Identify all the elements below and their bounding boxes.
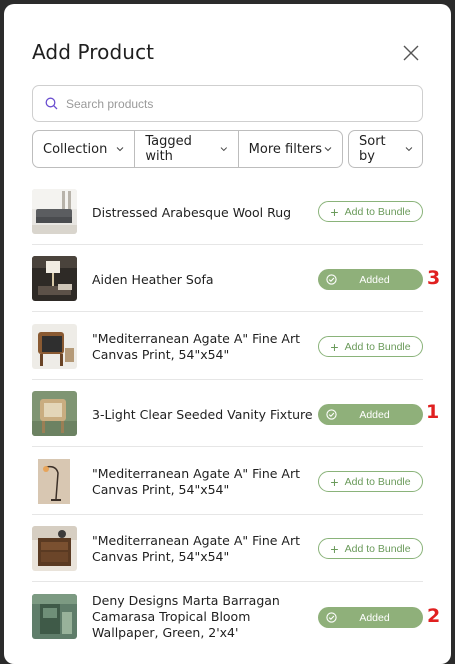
add-to-bundle-button[interactable]: + Add to Bundle <box>318 538 423 559</box>
product-name: Deny Designs Marta Barragan Camarasa Tro… <box>92 593 280 640</box>
added-button[interactable]: Added <box>318 607 423 628</box>
product-name: Distressed Arabesque Wool Rug <box>92 205 292 220</box>
add-to-bundle-label: Add to Bundle <box>344 340 411 353</box>
search-icon <box>45 97 58 110</box>
search-input[interactable] <box>66 96 386 111</box>
product-name: "Mediterranean Agate A" Fine Art Canvas … <box>92 466 301 497</box>
add-to-bundle-label: Add to Bundle <box>344 475 411 488</box>
collection-filter[interactable]: Collection <box>33 131 136 167</box>
tagged-with-filter-label: Tagged with <box>145 134 192 164</box>
add-to-bundle-button[interactable]: + Add to Bundle <box>318 201 423 222</box>
product-row: "Mediterranean Agate A" Fine Art Canvas … <box>32 515 423 582</box>
product-thumbnail <box>32 256 77 301</box>
added-label: Added <box>359 409 390 421</box>
product-row: 3-Light Clear Seeded Vanity Fixture Adde… <box>32 380 439 447</box>
add-to-bundle-label: Add to Bundle <box>344 205 411 218</box>
product-row: "Mediterranean Agate A" Fine Art Canvas … <box>32 313 423 380</box>
product-name: 3-Light Clear Seeded Vanity Fixture <box>92 407 313 422</box>
added-label: Added <box>359 274 390 286</box>
chevron-down-icon <box>116 147 124 152</box>
more-filters-button[interactable]: More filters <box>239 131 342 167</box>
plus-icon: + <box>330 540 339 557</box>
search-bar[interactable] <box>32 85 423 122</box>
annotation-badge: 3 <box>427 267 441 289</box>
tagged-with-filter[interactable]: Tagged with <box>135 131 239 167</box>
added-button[interactable]: Added <box>318 404 423 425</box>
product-thumbnail <box>32 189 77 234</box>
plus-icon: + <box>330 203 339 220</box>
sort-by-label: Sort by <box>359 134 386 164</box>
add-to-bundle-button[interactable]: + Add to Bundle <box>318 471 423 492</box>
chevron-down-icon <box>405 147 413 152</box>
sort-by-dropdown[interactable]: Sort by <box>348 130 423 168</box>
chevron-down-icon <box>220 147 228 152</box>
add-to-bundle-label: Add to Bundle <box>344 542 411 555</box>
product-row: Distressed Arabesque Wool Rug + Add to B… <box>32 178 423 245</box>
dialog-title: Add Product <box>32 40 155 64</box>
filter-group: Collection Tagged with More filters <box>32 130 343 168</box>
annotation-badge: 2 <box>427 605 441 627</box>
collection-filter-label: Collection <box>43 141 108 157</box>
product-row: "Mediterranean Agate A" Fine Art Canvas … <box>32 448 423 515</box>
product-thumbnail <box>32 391 77 436</box>
product-thumbnail <box>32 459 77 504</box>
product-name: Aiden Heather Sofa <box>92 272 214 287</box>
added-button[interactable]: Added <box>318 269 423 290</box>
product-thumbnail <box>32 324 77 369</box>
added-label: Added <box>359 612 390 624</box>
product-name: "Mediterranean Agate A" Fine Art Canvas … <box>92 331 301 362</box>
add-to-bundle-button[interactable]: + Add to Bundle <box>318 336 423 357</box>
annotation-badge: 1 <box>426 401 440 423</box>
plus-icon: + <box>330 473 339 490</box>
plus-icon: + <box>330 338 339 355</box>
product-row: Aiden Heather Sofa Added 3 <box>32 245 440 312</box>
close-icon[interactable] <box>402 44 420 62</box>
product-thumbnail <box>32 526 77 571</box>
chevron-down-icon <box>324 147 332 152</box>
add-product-dialog: Add Product Collection Tagged with More … <box>4 4 451 664</box>
more-filters-label: More filters <box>248 141 323 157</box>
product-row: Deny Designs Marta Barragan Camarasa Tro… <box>32 582 440 649</box>
product-thumbnail <box>32 594 77 639</box>
product-name: "Mediterranean Agate A" Fine Art Canvas … <box>92 533 301 564</box>
